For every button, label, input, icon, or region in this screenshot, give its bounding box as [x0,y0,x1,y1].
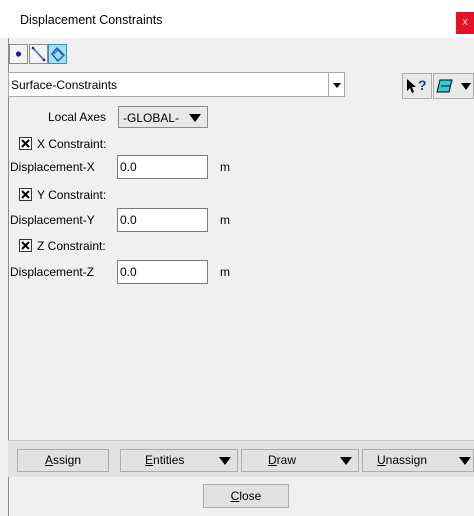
unassign-button-accelerator: U [377,453,386,467]
assign-button-accelerator: A [44,453,53,467]
close-button-label: lose [239,489,262,503]
surface-icon [51,46,65,63]
eraser-menu-button[interactable] [433,73,474,99]
help-question-mark: ? [418,77,427,93]
displacement-z-field[interactable]: 0.0 [117,260,208,284]
displacement-x-unit: m [220,160,230,174]
displacement-y-field[interactable]: 0.0 [117,208,208,232]
condition-select[interactable]: Surface-Constraints [8,72,345,97]
entities-button[interactable]: Entities [120,449,238,472]
local-axes-value: -GLOBAL- [123,111,180,125]
surface-entity-button[interactable] [48,44,67,64]
unassign-button-label: nassign [385,453,428,467]
local-axes-label: Local Axes [48,110,107,124]
unassign-button[interactable]: Unassign [362,449,474,472]
context-help-button[interactable]: ? [402,73,432,99]
local-axes-select[interactable]: -GLOBAL- [118,106,208,128]
check-x-icon [21,241,30,250]
y-constraint-checkbox[interactable] [19,188,32,201]
chevron-down-icon[interactable] [459,457,471,465]
assign-button[interactable]: Assign [17,449,109,472]
displacement-z-unit: m [220,265,230,279]
entities-button-label: ntities [153,453,185,467]
displacement-y-label: Displacement-Y [10,213,95,227]
chevron-down-icon[interactable] [328,73,344,96]
check-x-icon [21,139,30,148]
close-icon[interactable]: x [462,16,468,28]
z-constraint-checkbox[interactable] [19,239,32,252]
close-button[interactable]: Close [203,484,289,508]
eraser-icon [436,79,453,93]
displacement-y-unit: m [220,213,230,227]
x-constraint-checkbox[interactable] [19,137,32,150]
chevron-down-icon[interactable] [461,83,471,90]
displacement-x-field[interactable]: 0.0 [117,155,208,179]
window-title: Displacement Constraints [20,13,163,27]
x-constraint-label: X Constraint: [37,137,107,151]
displacement-z-label: Displacement-Z [10,265,95,279]
point-entity-button[interactable] [9,44,28,64]
chevron-down-icon[interactable] [340,457,352,465]
y-constraint-label: Y Constraint: [37,188,107,202]
assign-button-label: ssign [53,453,82,467]
point-icon [15,51,22,57]
line-icon [31,46,46,62]
close-window-button[interactable]: x [456,12,474,34]
chevron-down-icon[interactable] [219,457,231,465]
condition-select-value: Surface-Constraints [11,78,118,92]
z-constraint-label: Z Constraint: [37,239,106,253]
line-entity-button[interactable] [29,44,48,64]
check-x-icon [21,190,30,199]
title-bar: Displacement Constraints x [0,0,474,38]
entities-button-accelerator: E [145,453,154,467]
draw-button-accelerator: D [268,453,277,467]
draw-button-label: raw [276,453,297,467]
chevron-down-icon [189,114,201,122]
displacement-x-label: Displacement-X [10,160,95,174]
draw-button[interactable]: Draw [241,449,359,472]
